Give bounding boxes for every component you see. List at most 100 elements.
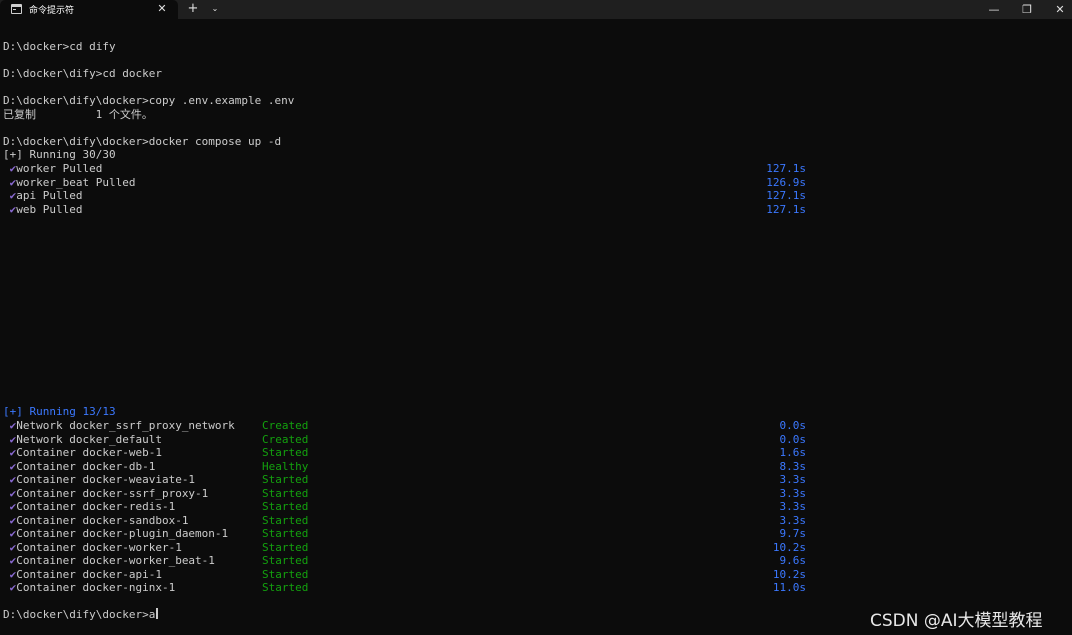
check-icon: ✔ xyxy=(3,459,17,473)
prompt-line: D:\docker\dify\docker>copy .env.example … xyxy=(3,94,295,107)
status-text: Started xyxy=(262,567,309,581)
container-row-text: Network docker_default xyxy=(16,432,162,446)
pull-row: ✔worker_beat Pulled xyxy=(3,176,1063,190)
container-row-text: Container docker-api-1 xyxy=(16,567,162,581)
check-icon: ✔ xyxy=(3,486,17,500)
check-icon: ✔ xyxy=(3,567,17,581)
close-window-button[interactable]: ✕ xyxy=(1045,0,1072,19)
container-row: ✔Container docker-sandbox-1 Started xyxy=(3,514,1063,528)
check-icon: ✔ xyxy=(3,540,17,554)
container-row-text: Container docker-redis-1 xyxy=(16,500,176,513)
status-text: Started xyxy=(262,446,309,459)
container-row-text: Container docker-plugin_daemon-1 xyxy=(16,527,229,540)
check-icon: ✔ xyxy=(3,432,17,446)
pull-row-text: api Pulled xyxy=(16,189,83,202)
container-row: ✔Container docker-api-1 Started xyxy=(3,568,1063,582)
terminal-output[interactable]: D:\docker>cd dify D:\docker\dify>cd dock… xyxy=(0,19,1072,635)
check-icon: ✔ xyxy=(3,162,17,175)
container-row-text: Container docker-worker-1 xyxy=(16,540,182,554)
elapsed-time: 127.1s xyxy=(766,162,806,175)
container-row-text: Container docker-sandbox-1 xyxy=(16,513,189,527)
check-icon: ✔ xyxy=(3,473,17,486)
status-text: Started xyxy=(262,581,309,594)
terminal-icon xyxy=(11,4,22,14)
pull-row-text: web Pulled xyxy=(16,202,83,216)
final-prompt[interactable]: D:\docker\dify\docker>a xyxy=(3,608,159,622)
check-icon: ✔ xyxy=(3,446,17,459)
check-icon: ✔ xyxy=(3,554,17,567)
elapsed-time: 3.3s xyxy=(779,473,807,486)
check-icon: ✔ xyxy=(3,527,17,540)
tab-command-prompt[interactable]: 命令提示符 ✕ xyxy=(0,0,178,19)
container-row-text: Container docker-weaviate-1 xyxy=(16,473,196,486)
prompt-line: D:\docker\dify\docker>docker compose up … xyxy=(3,135,282,148)
pull-header: [+] Running 30/30 xyxy=(3,148,116,161)
container-row-text: Network docker_ssrf_proxy_network xyxy=(16,419,235,432)
pull-row-text: worker_beat Pulled xyxy=(16,175,136,189)
elapsed-time: 126.9s xyxy=(766,175,806,189)
elapsed-time: 1.6s xyxy=(779,446,807,459)
status-text: Started xyxy=(262,554,309,567)
text-cursor xyxy=(156,608,159,619)
check-icon: ✔ xyxy=(3,189,17,202)
chevron-down-icon[interactable]: ⌄ xyxy=(208,1,222,17)
elapsed-time: 3.3s xyxy=(779,486,807,500)
container-row-text: Container docker-web-1 xyxy=(16,446,162,459)
elapsed-time: 3.3s xyxy=(779,500,807,513)
elapsed-time: 127.1s xyxy=(766,189,806,202)
check-icon: ✔ xyxy=(3,500,17,513)
minimize-button[interactable]: — xyxy=(979,0,1009,19)
elapsed-time: 10.2s xyxy=(772,567,806,581)
status-text: Started xyxy=(262,500,309,513)
pull-row: ✔web Pulled xyxy=(3,203,1063,217)
close-tab-icon[interactable]: ✕ xyxy=(156,1,168,17)
status-text: Created xyxy=(262,432,309,446)
container-row: ✔Network docker_ssrf_proxy_network Create… xyxy=(3,419,1063,433)
elapsed-time: 11.0s xyxy=(772,581,806,594)
final-prompt-text: D:\docker\dify\docker>a xyxy=(3,608,156,621)
tab-title: 命令提示符 xyxy=(29,6,75,16)
status-text: Started xyxy=(262,473,309,486)
container-row: ✔Container docker-plugin_daemon-1 Started xyxy=(3,527,1063,541)
pull-row-text: worker Pulled xyxy=(16,162,103,175)
container-row-text: Container docker-worker_beat-1 xyxy=(16,554,215,567)
check-icon: ✔ xyxy=(3,419,17,432)
status-text: Started xyxy=(262,486,309,500)
output-line: 已复制 1 个文件。 xyxy=(3,108,153,121)
elapsed-time: 8.3s xyxy=(779,459,807,473)
new-tab-button[interactable]: + xyxy=(187,1,199,17)
check-icon: ✔ xyxy=(3,513,17,527)
elapsed-time: 3.3s xyxy=(779,513,807,527)
status-text: Started xyxy=(262,513,309,527)
elapsed-time: 9.7s xyxy=(779,527,807,540)
elapsed-time: 10.2s xyxy=(772,540,806,554)
container-row: ✔Container docker-worker_beat-1 Started xyxy=(3,554,1063,568)
container-row: ✔Container docker-nginx-1 Started xyxy=(3,581,1063,595)
status-text: Started xyxy=(262,527,309,540)
run-header: [+] Running 13/13 xyxy=(3,405,116,418)
check-icon: ✔ xyxy=(3,202,17,216)
check-icon: ✔ xyxy=(3,175,17,189)
elapsed-time: 9.6s xyxy=(779,554,807,567)
container-row: ✔Container docker-web-1 Started xyxy=(3,446,1063,460)
container-row: ✔Network docker_default Created xyxy=(3,433,1063,447)
elapsed-time: 0.0s xyxy=(779,419,807,432)
container-row-text: Container docker-db-1 xyxy=(16,459,156,473)
container-row: ✔Container docker-worker-1 Started xyxy=(3,541,1063,555)
check-icon: ✔ xyxy=(3,581,17,594)
status-text: Started xyxy=(262,540,309,554)
container-row: ✔Container docker-weaviate-1 Started xyxy=(3,473,1063,487)
prompt-line: D:\docker\dify>cd docker xyxy=(3,67,162,80)
container-row-text: Container docker-ssrf_proxy-1 xyxy=(16,486,209,500)
title-bar: 命令提示符 ✕ + ⌄ — ❐ ✕ xyxy=(0,0,1072,19)
elapsed-time: 0.0s xyxy=(779,432,807,446)
status-text: Healthy xyxy=(262,459,309,473)
watermark: CSDN @AI大模型教程 xyxy=(870,611,1043,631)
container-row-text: Container docker-nginx-1 xyxy=(16,581,176,594)
pull-row: ✔worker Pulled xyxy=(3,162,1063,176)
maximize-button[interactable]: ❐ xyxy=(1012,0,1042,19)
container-row: ✔Container docker-db-1 Healthy xyxy=(3,460,1063,474)
container-row: ✔Container docker-redis-1 Started xyxy=(3,500,1063,514)
prompt-line: D:\docker>cd dify xyxy=(3,40,116,53)
container-row: ✔Container docker-ssrf_proxy-1 Started xyxy=(3,487,1063,501)
